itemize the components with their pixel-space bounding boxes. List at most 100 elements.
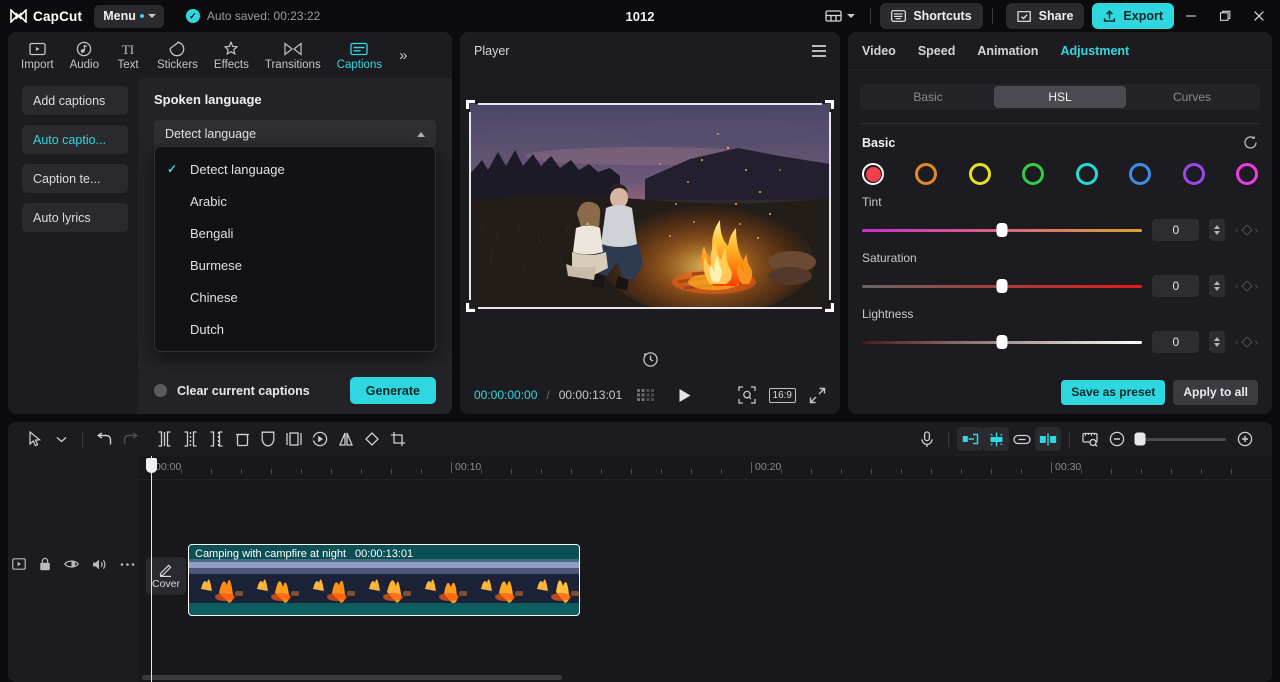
- quality-icon[interactable]: [637, 389, 655, 401]
- swatch-purple[interactable]: [1182, 163, 1205, 185]
- crop-frame-icon[interactable]: [281, 427, 307, 451]
- menu-button[interactable]: Menu: [94, 4, 164, 28]
- aspect-ratio-button[interactable]: 16:9: [768, 387, 796, 403]
- dropdown-option-dutch[interactable]: Dutch: [155, 313, 435, 345]
- tint-stepper[interactable]: [1209, 219, 1226, 241]
- export-button[interactable]: Export: [1092, 3, 1174, 29]
- tint-slider[interactable]: [862, 223, 1143, 237]
- zoom-out-icon[interactable]: [1104, 427, 1130, 451]
- zoom-fit-icon[interactable]: [737, 386, 756, 404]
- horizontal-scrollbar[interactable]: [142, 675, 562, 680]
- refresh-icon[interactable]: [642, 351, 659, 368]
- swatch-green[interactable]: [1022, 163, 1045, 185]
- timeline-clip[interactable]: Camping with campfire at night 00:00:13:…: [188, 544, 580, 616]
- segment-basic[interactable]: Basic: [862, 86, 994, 108]
- hamburger-icon[interactable]: [812, 45, 826, 57]
- language-dropdown[interactable]: ✓ Detect language Arabic Bengali Burmese: [154, 146, 436, 352]
- tab-captions[interactable]: Captions: [330, 37, 389, 73]
- rotate-icon[interactable]: [359, 427, 385, 451]
- sidebar-item-caption-templates[interactable]: Caption te...: [22, 164, 128, 193]
- zoom-slider-knob[interactable]: [1134, 432, 1146, 446]
- eye-icon[interactable]: [63, 558, 79, 570]
- lightness-slider[interactable]: [862, 335, 1143, 349]
- crop-icon[interactable]: [385, 427, 411, 451]
- volume-icon[interactable]: [92, 558, 107, 571]
- sidebar-item-auto-captions[interactable]: Auto captio...: [22, 125, 128, 154]
- timeline-zoom-slider[interactable]: [1134, 432, 1226, 446]
- tab-stickers[interactable]: Stickers: [150, 37, 205, 73]
- tab-text[interactable]: TI Text: [108, 37, 148, 73]
- lock-icon[interactable]: [39, 557, 51, 571]
- swatch-orange[interactable]: [915, 163, 938, 185]
- minimize-button[interactable]: [1174, 0, 1208, 32]
- redo-icon[interactable]: [117, 427, 143, 451]
- language-select[interactable]: Detect language: [154, 120, 436, 148]
- magnetic-icon[interactable]: [983, 427, 1009, 451]
- tab-transitions[interactable]: Transitions: [258, 37, 328, 73]
- lightness-keyframe-controls[interactable]: ‹ ›: [1235, 336, 1258, 348]
- close-button[interactable]: [1242, 0, 1276, 32]
- track-video-icon[interactable]: [11, 558, 26, 570]
- sidebar-item-auto-lyrics[interactable]: Auto lyrics: [22, 203, 128, 232]
- swatch-red[interactable]: [862, 163, 884, 185]
- playhead[interactable]: [146, 456, 157, 682]
- freeze-icon[interactable]: [307, 427, 333, 451]
- sidebar-item-add-captions[interactable]: Add captions: [22, 86, 128, 115]
- trim-left-icon[interactable]: [177, 427, 203, 451]
- dropdown-option-arabic[interactable]: Arabic: [155, 185, 435, 217]
- cover-button[interactable]: Cover: [146, 557, 186, 595]
- slider-knob[interactable]: [996, 223, 1008, 237]
- slider-knob[interactable]: [996, 335, 1008, 349]
- save-as-preset-button[interactable]: Save as preset: [1061, 379, 1166, 405]
- tab-adjustment[interactable]: Adjustment: [1060, 44, 1129, 58]
- zoom-in-icon[interactable]: [1232, 427, 1258, 451]
- auto-cut-icon[interactable]: [957, 427, 983, 451]
- swatch-blue[interactable]: [1129, 163, 1152, 185]
- tab-import[interactable]: Import: [14, 37, 61, 73]
- segment-hsl[interactable]: HSL: [994, 86, 1126, 108]
- dropdown-option-bengali[interactable]: Bengali: [155, 217, 435, 249]
- tab-audio[interactable]: Audio: [63, 37, 106, 73]
- reset-icon[interactable]: [1243, 135, 1258, 150]
- apply-to-all-button[interactable]: Apply to all: [1173, 379, 1258, 405]
- tint-keyframe-controls[interactable]: ‹ ›: [1235, 224, 1258, 236]
- tab-speed[interactable]: Speed: [918, 44, 956, 58]
- fullscreen-icon[interactable]: [809, 387, 826, 404]
- clip-area[interactable]: Cover Camping with campfire at night 00:…: [138, 480, 1272, 682]
- snap-icon[interactable]: [1035, 427, 1061, 451]
- tab-animation[interactable]: Animation: [977, 44, 1038, 58]
- generate-button[interactable]: Generate: [349, 377, 436, 404]
- swatch-yellow[interactable]: [968, 163, 991, 185]
- play-icon[interactable]: [678, 388, 692, 403]
- segment-curves[interactable]: Curves: [1126, 86, 1258, 108]
- saturation-value[interactable]: 0: [1152, 275, 1200, 297]
- timeline-ruler[interactable]: 00:00 00:10 00:20 00:30: [138, 456, 1272, 480]
- clear-captions-radio[interactable]: [154, 384, 167, 397]
- swatch-magenta[interactable]: [1235, 163, 1258, 185]
- tint-value[interactable]: 0: [1152, 219, 1200, 241]
- preview-frame[interactable]: [466, 100, 834, 312]
- lightness-stepper[interactable]: [1209, 331, 1226, 353]
- playhead-handle[interactable]: [146, 458, 157, 473]
- lightness-value[interactable]: 0: [1152, 331, 1200, 353]
- maximize-button[interactable]: [1208, 0, 1242, 32]
- mic-icon[interactable]: [914, 427, 940, 451]
- trim-right-icon[interactable]: [203, 427, 229, 451]
- tab-effects[interactable]: Effects: [207, 37, 256, 73]
- split-icon[interactable]: [151, 427, 177, 451]
- undo-icon[interactable]: [91, 427, 117, 451]
- more-tabs-button[interactable]: »: [395, 43, 411, 68]
- saturation-slider[interactable]: [862, 279, 1143, 293]
- saturation-keyframe-controls[interactable]: ‹ ›: [1235, 280, 1258, 292]
- select-dropdown-icon[interactable]: [48, 427, 74, 451]
- dropdown-option-detect-language[interactable]: ✓ Detect language: [155, 153, 435, 185]
- tab-video[interactable]: Video: [862, 44, 896, 58]
- layout-button[interactable]: [819, 5, 861, 27]
- mask-icon[interactable]: [255, 427, 281, 451]
- saturation-stepper[interactable]: [1209, 275, 1226, 297]
- preview-quality-icon[interactable]: [1078, 427, 1104, 451]
- swatch-cyan[interactable]: [1075, 163, 1098, 185]
- timeline-tracks[interactable]: 00:00 00:10 00:20 00:30 Cover Camping wi…: [138, 456, 1272, 682]
- slider-knob[interactable]: [996, 279, 1008, 293]
- link-icon[interactable]: [1009, 427, 1035, 451]
